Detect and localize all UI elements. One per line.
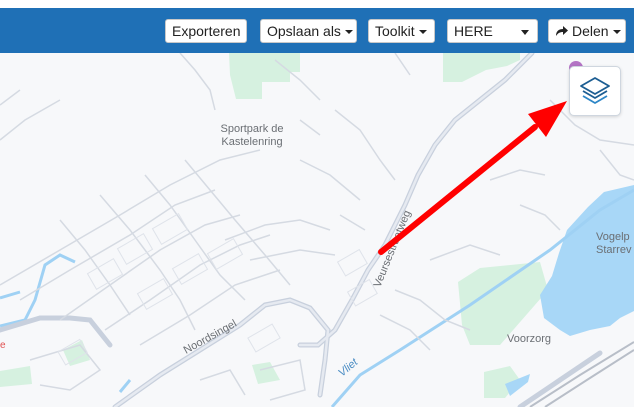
top-band [0, 0, 634, 8]
layers-icon [580, 77, 610, 104]
save-as-button[interactable]: Opslaan als [260, 19, 357, 43]
map-label-sportpark-line2: Kastelenring [221, 136, 282, 148]
chevron-down-icon [612, 30, 621, 35]
railway [529, 341, 634, 407]
map-label-noordsingel: Noordsingel [182, 318, 239, 357]
chevron-down-icon [418, 30, 427, 35]
basemap-select[interactable]: HERE [447, 19, 538, 43]
map-label-voorzorg: Voorzorg [507, 333, 551, 345]
export-button-label: Exporteren [172, 23, 241, 39]
map-label-vogelplas: Vogelp [596, 231, 630, 243]
annotation-arrow [378, 101, 567, 255]
map-graphics: Sportpark de Kastelenring Veursestraatwe… [0, 53, 634, 407]
save-as-button-label: Opslaan als [267, 23, 341, 39]
layers-button[interactable] [569, 66, 621, 116]
export-button[interactable]: Exporteren [165, 19, 247, 43]
map-label-vliet: Vliet [336, 356, 361, 380]
park-areas [0, 53, 548, 398]
map-label-sportpark: Sportpark de [221, 123, 284, 135]
map-canvas[interactable]: Sportpark de Kastelenring Veursestraatwe… [0, 53, 634, 407]
share-icon [556, 26, 568, 36]
toolkit-button-label: Toolkit [375, 23, 415, 39]
share-button-label: Delen [572, 23, 609, 39]
chevron-down-icon [344, 30, 353, 35]
basemap-select-value: HERE [454, 23, 493, 39]
chevron-down-icon [521, 30, 529, 35]
map-label-fragment: e [0, 340, 6, 351]
share-button[interactable]: Delen [548, 19, 626, 43]
map-label-veursestraatweg: Veursestraatweg [372, 209, 414, 289]
toolkit-button[interactable]: Toolkit [368, 19, 435, 43]
map-label-vogelplas-line2: Starrev [596, 244, 632, 256]
minor-streets [0, 53, 634, 401]
major-roads [0, 53, 603, 407]
